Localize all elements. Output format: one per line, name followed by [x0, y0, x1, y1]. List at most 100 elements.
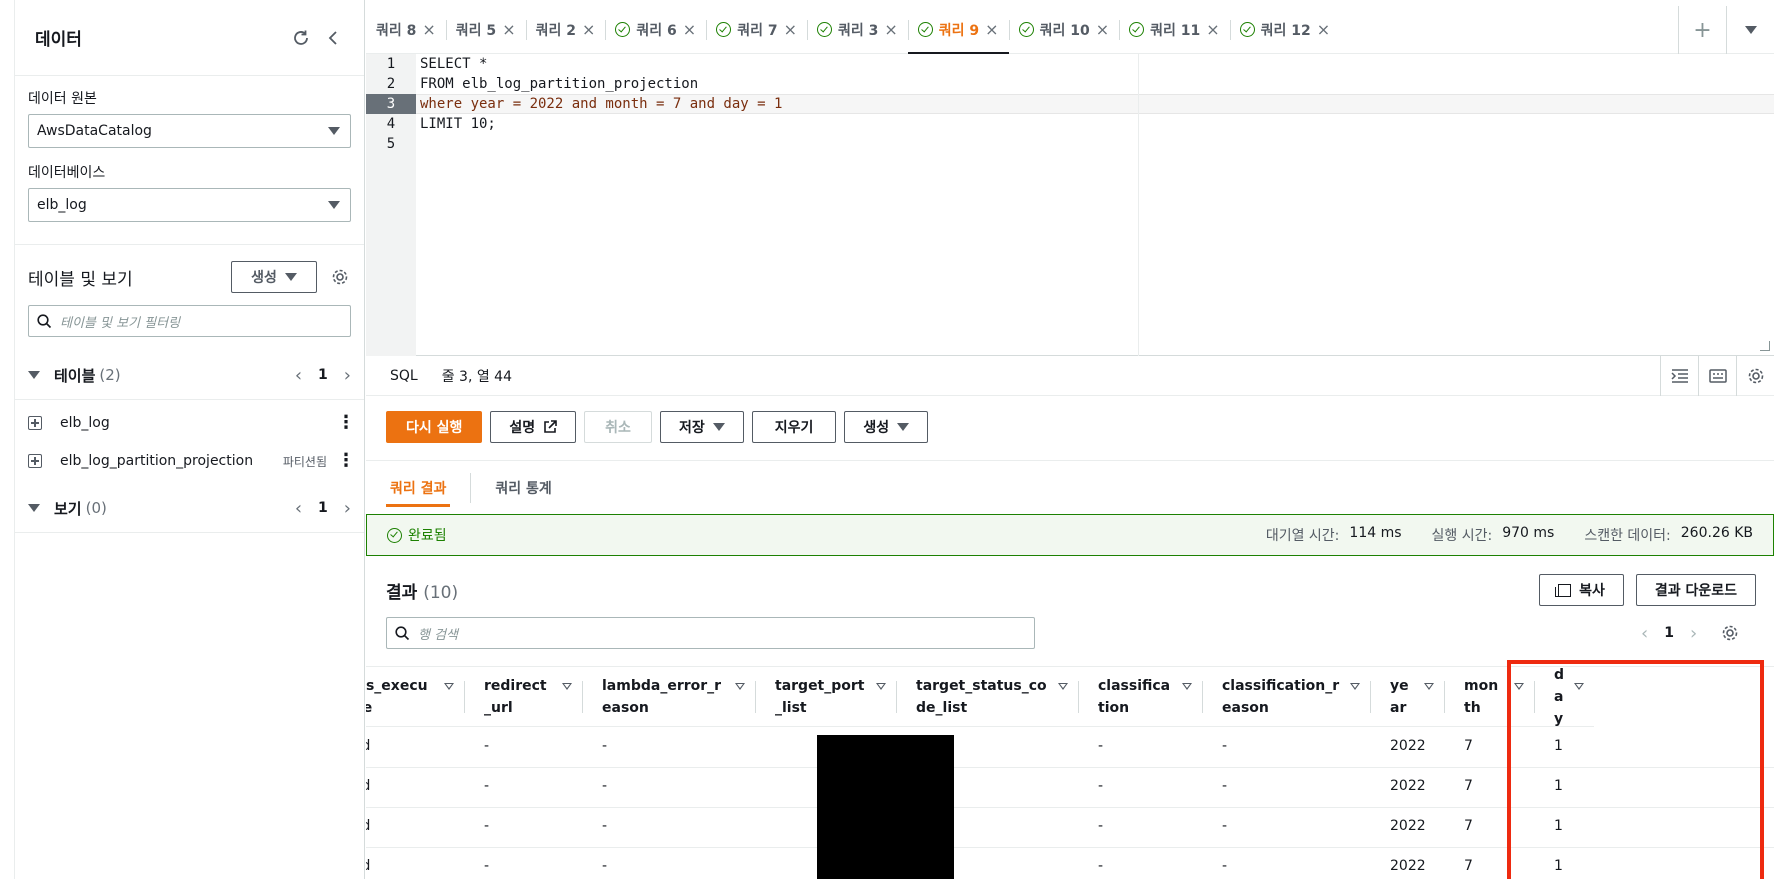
- close-tab-icon[interactable]: ×: [1206, 20, 1219, 39]
- code-line[interactable]: FROM elb_log_partition_projection: [416, 74, 1774, 94]
- chevron-left-icon[interactable]: ‹: [295, 498, 302, 519]
- sort-caret-icon[interactable]: [1424, 683, 1434, 690]
- sort-caret-icon[interactable]: [735, 683, 745, 690]
- sort-caret-icon[interactable]: [562, 683, 572, 690]
- sort-caret-icon[interactable]: [1514, 683, 1524, 690]
- close-tab-icon[interactable]: ×: [884, 20, 897, 39]
- sort-caret-icon[interactable]: [1350, 683, 1360, 690]
- settings-gear-icon[interactable]: [329, 266, 351, 288]
- expand-plus-icon[interactable]: [28, 454, 42, 468]
- tab-query-stats[interactable]: 쿼리 통계: [491, 461, 555, 515]
- close-tab-icon[interactable]: ×: [1096, 20, 1109, 39]
- success-check-icon: [917, 22, 933, 37]
- column-header[interactable]: month: [1444, 667, 1534, 727]
- code-line[interactable]: where year = 2022 and month = 7 and day …: [416, 94, 1774, 114]
- sort-caret-icon[interactable]: [876, 683, 886, 690]
- table-item-elb-log[interactable]: elb_log ⋮: [15, 404, 364, 442]
- close-tab-icon[interactable]: ×: [985, 20, 998, 39]
- row-search-input[interactable]: 행 검색: [386, 617, 1035, 649]
- chevron-left-icon[interactable]: ‹: [295, 365, 302, 386]
- clear-button[interactable]: 지우기: [751, 411, 837, 443]
- column-header[interactable]: ns_execute: [366, 667, 464, 727]
- sort-caret-icon[interactable]: [1182, 683, 1192, 690]
- expand-plus-icon[interactable]: [28, 416, 42, 430]
- close-tab-icon[interactable]: ×: [683, 20, 696, 39]
- column-header[interactable]: day: [1534, 667, 1594, 727]
- table-cell: -: [484, 858, 490, 874]
- tab-label: 쿼리 6: [636, 22, 677, 39]
- close-tab-icon[interactable]: ×: [1317, 20, 1330, 39]
- column-header[interactable]: year: [1370, 667, 1444, 727]
- rerun-button[interactable]: 다시 실행: [386, 411, 483, 443]
- create-table-button[interactable]: 생성: [231, 261, 317, 293]
- code-line[interactable]: [416, 134, 1774, 154]
- refresh-icon[interactable]: [290, 27, 312, 49]
- add-tab-plus-icon[interactable]: +: [1678, 6, 1726, 54]
- chevron-left-icon[interactable]: ‹: [1641, 623, 1648, 644]
- column-header[interactable]: target_port_list: [755, 667, 896, 727]
- tab-query-4[interactable]: 쿼리 7 ×: [706, 6, 807, 54]
- tab-query-7[interactable]: 쿼리 10 ×: [1008, 6, 1120, 54]
- results-settings-gear-icon[interactable]: [1721, 624, 1739, 642]
- tab-query-results[interactable]: 쿼리 결과: [386, 461, 451, 515]
- tab-query-6[interactable]: 쿼리 9 ×: [907, 6, 1009, 54]
- sort-caret-icon[interactable]: [444, 683, 454, 690]
- success-check-icon: [716, 22, 732, 37]
- chevron-right-icon[interactable]: ›: [344, 365, 351, 386]
- close-tab-icon[interactable]: ×: [784, 20, 797, 39]
- expand-caret-icon[interactable]: [28, 371, 40, 379]
- table-cell: -: [1098, 778, 1104, 794]
- tables-page-number[interactable]: 1: [318, 367, 328, 383]
- create-label: 생성: [863, 420, 890, 436]
- tab-query-3[interactable]: 쿼리 6 ×: [605, 6, 706, 54]
- close-tab-icon[interactable]: ×: [502, 20, 515, 39]
- cancel-button[interactable]: 취소: [584, 411, 652, 443]
- sort-caret-icon[interactable]: [1574, 683, 1584, 690]
- views-group-header[interactable]: 보기 (0) ‹ 1 ›: [15, 484, 364, 532]
- column-header[interactable]: redirect_url: [464, 667, 582, 727]
- column-header[interactable]: classification: [1078, 667, 1202, 727]
- table-item-elb-log-partition-projection[interactable]: elb_log_partition_projection 파티션됨 ⋮: [15, 442, 364, 480]
- editor-settings-gear-icon[interactable]: [1736, 356, 1774, 396]
- tables-group-header[interactable]: 테이블 (2) ‹ 1 ›: [15, 351, 364, 399]
- database-select[interactable]: elb_log: [28, 188, 351, 222]
- tab-query-1[interactable]: 쿼리 5 ×: [445, 6, 526, 54]
- sort-caret-icon[interactable]: [1058, 683, 1068, 690]
- column-header[interactable]: target_status_code_list: [896, 667, 1078, 727]
- results-page-number[interactable]: 1: [1664, 625, 1674, 641]
- more-actions-icon[interactable]: ⋮: [337, 452, 355, 470]
- collapse-chevron-left-icon[interactable]: [322, 27, 344, 49]
- close-tab-icon[interactable]: ×: [422, 20, 435, 39]
- tabs-menu-caret-icon[interactable]: [1726, 6, 1774, 54]
- format-indent-icon[interactable]: [1660, 356, 1698, 396]
- expand-caret-icon[interactable]: [28, 504, 40, 512]
- save-button[interactable]: 저장: [659, 411, 744, 443]
- views-page-number[interactable]: 1: [318, 500, 328, 516]
- tab-query-8[interactable]: 쿼리 11 ×: [1119, 6, 1230, 54]
- create-button[interactable]: 생성: [844, 411, 929, 443]
- code-line[interactable]: SELECT *: [416, 54, 1774, 74]
- datasource-select[interactable]: AwsDataCatalog: [28, 114, 351, 148]
- code-area[interactable]: SELECT * FROM elb_log_partition_projectio…: [416, 54, 1774, 356]
- tables-filter-input[interactable]: 테이블 및 보기 필터링: [28, 305, 351, 337]
- tab-query-0[interactable]: 쿼리 8 ×: [366, 6, 446, 54]
- tab-label: 쿼리 5: [455, 22, 497, 39]
- explain-button[interactable]: 설명: [490, 411, 577, 443]
- chevron-right-icon[interactable]: ›: [1690, 623, 1697, 644]
- download-results-button[interactable]: 결과 다운로드: [1635, 574, 1756, 606]
- close-tab-icon[interactable]: ×: [582, 20, 595, 39]
- copy-button[interactable]: 복사: [1539, 574, 1624, 606]
- tab-query-2[interactable]: 쿼리 2 ×: [525, 6, 606, 54]
- sql-editor[interactable]: 1 2 3 4 5 SELECT * FROM elb_log_partition_pro…: [366, 54, 1774, 356]
- keyboard-icon[interactable]: [1698, 356, 1736, 396]
- code-line[interactable]: LIMIT 10;: [416, 114, 1774, 134]
- tab-query-5[interactable]: 쿼리 3 ×: [806, 6, 908, 54]
- resize-handle-icon[interactable]: [1760, 341, 1770, 351]
- column-header[interactable]: classification_reason: [1202, 667, 1370, 727]
- chevron-right-icon[interactable]: ›: [344, 498, 351, 519]
- tab-query-9[interactable]: 쿼리 12 ×: [1229, 6, 1341, 54]
- column-header[interactable]: lambda_error_reason: [582, 667, 755, 727]
- table-cell: rd: [366, 818, 370, 834]
- more-actions-icon[interactable]: ⋮: [337, 414, 355, 432]
- create-label: 생성: [251, 270, 277, 286]
